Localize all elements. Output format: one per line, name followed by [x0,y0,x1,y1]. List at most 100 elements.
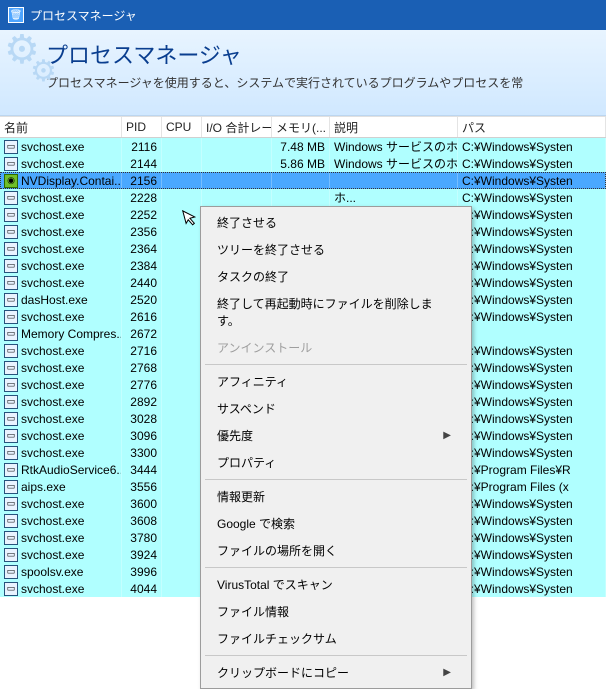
cell-cpu [162,223,202,240]
cell-path: C:¥Program Files¥R [458,461,606,478]
menu-item[interactable]: ファイル情報 [203,598,469,625]
menu-item[interactable]: 優先度▶ [203,422,469,449]
process-icon: ▭ [4,582,18,596]
menu-item[interactable]: ファイルチェックサム [203,625,469,652]
menu-item[interactable]: Google で検索 [203,510,469,537]
cell-pid: 2520 [122,291,162,308]
cell-cpu [162,359,202,376]
cell-pid: 2356 [122,223,162,240]
process-icon: ▭ [4,446,18,460]
cell-pid: 2672 [122,325,162,342]
process-name: svchost.exe [21,514,84,528]
menu-item-label: 優先度 [217,427,253,444]
cell-pid: 2616 [122,308,162,325]
process-name: RtkAudioService6... [21,463,122,477]
cell-path: C:¥Windows¥Systen [458,427,606,444]
cell-path: C:¥Windows¥Systen [458,308,606,325]
col-cpu[interactable]: CPU [162,117,202,137]
menu-item[interactable]: アフィニティ [203,368,469,395]
cell-desc [330,172,458,189]
cell-cpu [162,325,202,342]
table-row[interactable]: ▭svchost.exe2228ホ...C:¥Windows¥Systen [0,189,606,206]
cell-pid: 2440 [122,274,162,291]
process-name: svchost.exe [21,412,84,426]
col-io[interactable]: I/O 合計レート [202,117,272,137]
process-name: svchost.exe [21,191,84,205]
cell-path: C:¥Windows¥Systen [458,410,606,427]
cell-cpu [162,274,202,291]
menu-item[interactable]: タスクの終了 [203,263,469,290]
cell-pid: 3600 [122,495,162,512]
cell-cpu [162,257,202,274]
cell-mem [272,189,330,206]
cell-pid: 2156 [122,172,162,189]
table-row[interactable]: ▭svchost.exe21445.86 MBWindows サービスのホ...… [0,155,606,172]
cell-pid: 2364 [122,240,162,257]
cell-pid: 2776 [122,376,162,393]
process-icon: ▭ [4,293,18,307]
process-name: svchost.exe [21,310,84,324]
menu-item-label: アンインストール [217,339,312,356]
cell-path [458,325,606,342]
process-name: svchost.exe [21,157,84,171]
menu-item[interactable]: 終了させる [203,209,469,236]
cell-path: C:¥Program Files (x [458,478,606,495]
menu-item: アンインストール [203,334,469,361]
process-name: svchost.exe [21,140,84,154]
cell-path: C:¥Windows¥Systen [458,257,606,274]
cell-mem [272,172,330,189]
process-icon: ▭ [4,565,18,579]
menu-item[interactable]: ファイルの場所を開く [203,537,469,564]
process-icon: ▭ [4,344,18,358]
process-icon: ▭ [4,395,18,409]
cell-path: C:¥Windows¥Systen [458,240,606,257]
menu-separator [205,567,467,568]
process-name: aips.exe [21,480,66,494]
process-icon: ▭ [4,140,18,154]
cell-path: C:¥Windows¥Systen [458,376,606,393]
cell-path: C:¥Windows¥Systen [458,359,606,376]
col-path[interactable]: パス [458,117,606,137]
table-row[interactable]: ▭svchost.exe21167.48 MBWindows サービスのホ...… [0,138,606,155]
cell-cpu [162,172,202,189]
menu-item-label: 情報更新 [217,488,265,505]
context-menu: 終了させるツリーを終了させるタスクの終了終了して再起動時にファイルを削除します。… [200,206,472,689]
cell-cpu [162,291,202,308]
cell-cpu [162,155,202,172]
page-title: プロセスマネージャ [46,38,594,70]
titlebar[interactable]: 🗑 プロセスマネージャ [0,0,606,30]
menu-item-label: ファイルチェックサム [217,630,337,647]
col-mem[interactable]: メモリ(... [272,117,330,137]
col-pid[interactable]: PID [122,117,162,137]
menu-item[interactable]: 終了して再起動時にファイルを削除します。 [203,290,469,334]
cell-mem: 7.48 MB [272,138,330,155]
col-name[interactable]: 名前 [0,117,122,137]
window-title: プロセスマネージャ [30,7,137,24]
process-icon: ▭ [4,259,18,273]
cell-path: C:¥Windows¥Systen [458,274,606,291]
cell-cpu [162,138,202,155]
cell-pid: 3608 [122,512,162,529]
cell-path: C:¥Windows¥Systen [458,393,606,410]
menu-item[interactable]: プロパティ [203,449,469,476]
menu-item[interactable]: サスペンド [203,395,469,422]
process-name: svchost.exe [21,225,84,239]
cell-io [202,155,272,172]
cell-pid: 2144 [122,155,162,172]
process-name: svchost.exe [21,582,84,596]
col-desc[interactable]: 説明 [330,117,458,137]
cell-pid: 2228 [122,189,162,206]
cell-path: C:¥Windows¥Systen [458,223,606,240]
menu-item[interactable]: 情報更新 [203,483,469,510]
process-icon: ▭ [4,208,18,222]
menu-item[interactable]: クリップボードにコピー▶ [203,659,469,686]
process-icon: ▭ [4,361,18,375]
cell-pid: 3444 [122,461,162,478]
process-icon: ▭ [4,514,18,528]
menu-item-label: 終了させる [217,214,277,231]
menu-item-label: タスクの終了 [217,268,289,285]
menu-item[interactable]: ツリーを終了させる [203,236,469,263]
process-name: svchost.exe [21,378,84,392]
table-row[interactable]: ◉NVDisplay.Contai...2156C:¥Windows¥Syste… [0,172,606,189]
menu-item[interactable]: VirusTotal でスキャン [203,571,469,598]
